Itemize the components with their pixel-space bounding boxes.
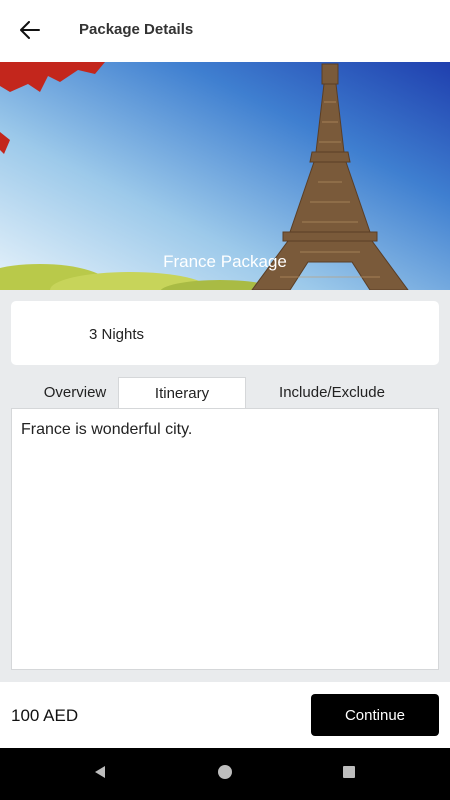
system-home-button[interactable] xyxy=(212,761,238,787)
itinerary-text: France is wonderful city. xyxy=(21,421,193,438)
nights-label: 3 Nights xyxy=(89,326,145,343)
continue-button[interactable]: Continue xyxy=(311,694,439,736)
system-recents-button[interactable] xyxy=(336,761,362,787)
tab-content-panel: France is wonderful city. xyxy=(11,408,439,670)
arrow-left-icon xyxy=(20,20,40,44)
circle-home-icon xyxy=(217,764,233,785)
system-back-button[interactable] xyxy=(87,761,113,787)
price-label: 100 AED xyxy=(11,706,79,725)
checkout-bar: 100 AED Continue xyxy=(0,682,450,748)
package-title: France Package xyxy=(163,252,287,271)
package-details-screen: Package Details France Package 3 Nights … xyxy=(0,0,450,800)
app-header: Package Details xyxy=(0,0,450,62)
square-recents-icon xyxy=(341,764,357,785)
tab-include-exclude[interactable]: Include/Exclude xyxy=(262,377,402,408)
page-title: Package Details xyxy=(79,21,194,38)
tab-itinerary[interactable]: Itinerary xyxy=(118,377,246,409)
tab-overview[interactable]: Overview xyxy=(30,377,120,408)
nights-card: 3 Nights xyxy=(11,301,439,365)
back-button[interactable] xyxy=(14,16,46,48)
triangle-back-icon xyxy=(92,764,108,785)
package-hero-image: France Package xyxy=(0,62,450,290)
system-nav-bar xyxy=(0,748,450,800)
